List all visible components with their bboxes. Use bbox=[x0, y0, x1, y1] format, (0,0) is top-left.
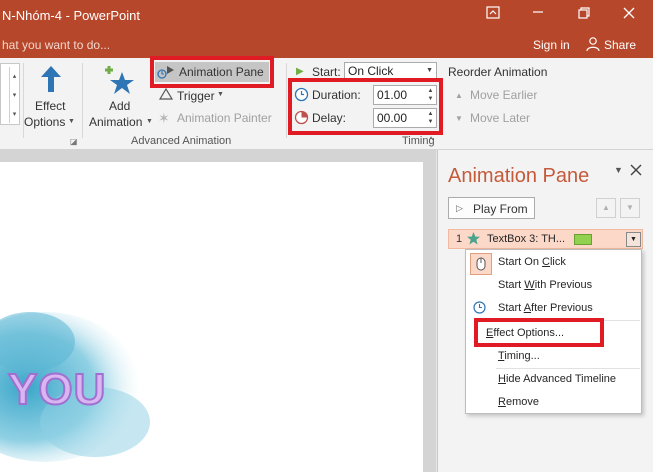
slide-canvas[interactable]: YOU bbox=[0, 162, 423, 472]
ribbon-display-icon[interactable] bbox=[486, 6, 500, 23]
slide-text[interactable]: YOU bbox=[7, 364, 106, 415]
add-animation-label-1: Add bbox=[109, 99, 131, 113]
tell-me-bar: hat you want to do... Sign in Share bbox=[0, 33, 653, 58]
item-dropdown-button[interactable]: ▼ bbox=[626, 232, 641, 247]
start-label: Start: bbox=[312, 65, 341, 79]
timeline-bar[interactable] bbox=[574, 234, 592, 245]
chevron-up-icon[interactable]: ^ bbox=[429, 135, 433, 145]
play-from-button[interactable]: ▷ Play From bbox=[448, 197, 535, 219]
entrance-star-icon bbox=[466, 231, 481, 249]
separator bbox=[82, 63, 83, 138]
menu-item-timing[interactable]: Timing... bbox=[498, 350, 540, 362]
add-animation-star-icon bbox=[103, 64, 135, 99]
highlight-animation-pane bbox=[150, 56, 274, 88]
trigger-button[interactable]: Trigger bbox=[177, 89, 215, 103]
item-label: TextBox 3: TH... bbox=[487, 233, 566, 245]
menu-separator bbox=[496, 368, 640, 369]
menu-item-start-on-click[interactable]: Start On Click bbox=[498, 256, 566, 268]
restore-icon[interactable] bbox=[577, 6, 591, 23]
chevron-down-icon: ▼ bbox=[426, 67, 433, 74]
trigger-icon bbox=[158, 87, 174, 104]
pane-title: Animation Pane bbox=[448, 165, 590, 187]
sign-in-link[interactable]: Sign in bbox=[533, 38, 570, 52]
minimize-icon[interactable] bbox=[531, 4, 545, 21]
add-animation-button[interactable]: Add Animation ▼ bbox=[88, 62, 153, 132]
menu-item-start-after-previous[interactable]: Start After Previous bbox=[498, 302, 593, 314]
effect-options-label-1: Effect bbox=[35, 99, 66, 113]
start-select-value: On Click bbox=[348, 64, 394, 78]
group-label-advanced: Advanced Animation bbox=[131, 135, 232, 147]
move-later-button[interactable]: Move Later bbox=[470, 111, 530, 125]
share-user-icon[interactable] bbox=[586, 36, 602, 55]
tell-me-input[interactable]: hat you want to do... bbox=[2, 38, 110, 52]
share-button[interactable]: Share bbox=[604, 38, 636, 52]
highlight-effect-options bbox=[474, 318, 604, 347]
window-title: N-Nhóm-4 - PowerPoint bbox=[2, 8, 140, 23]
animation-painter-icon: ✶ bbox=[158, 110, 170, 126]
reorder-label: Reorder Animation bbox=[448, 65, 548, 79]
menu-item-remove[interactable]: Remove bbox=[498, 396, 539, 408]
menu-item-hide-advanced-timeline[interactable]: Hide Advanced Timeline bbox=[498, 373, 616, 385]
play-icon: ▷ bbox=[456, 203, 463, 213]
chevron-down-icon: ▼ bbox=[217, 91, 224, 98]
chevron-down-icon: ▼ bbox=[146, 118, 153, 125]
ribbon: ▴ ▾ ▾ Effect Options ▼ ◪ Add Animation ▼ A… bbox=[0, 56, 653, 150]
separator bbox=[286, 63, 287, 138]
animation-gallery[interactable]: ▴ ▾ ▾ bbox=[0, 63, 20, 125]
start-play-icon: ▶ bbox=[296, 66, 304, 77]
move-earlier-button[interactable]: Move Earlier bbox=[470, 88, 537, 102]
move-down-button[interactable]: ▼ bbox=[620, 198, 640, 218]
highlight-timing bbox=[288, 78, 443, 135]
clock-icon bbox=[473, 301, 486, 317]
pane-options-icon[interactable]: ▼ bbox=[614, 165, 623, 175]
effect-options-arrow-icon bbox=[39, 65, 63, 96]
effect-options-label-2: Options bbox=[24, 115, 66, 129]
item-number: 1 bbox=[456, 233, 463, 245]
add-animation-label-2: Animation bbox=[89, 115, 143, 129]
title-bar: N-Nhóm-4 - PowerPoint bbox=[0, 0, 653, 33]
chevron-down-icon: ▼ bbox=[68, 118, 75, 125]
pane-close-icon[interactable] bbox=[630, 164, 642, 179]
play-from-label: Play From bbox=[473, 202, 528, 216]
menu-item-start-with-previous[interactable]: Start With Previous bbox=[498, 279, 592, 291]
effect-options-button[interactable]: Effect Options ▼ bbox=[24, 62, 75, 132]
move-up-button[interactable]: ▲ bbox=[596, 198, 616, 218]
mouse-click-icon bbox=[470, 253, 492, 275]
close-window-icon[interactable] bbox=[622, 6, 636, 23]
move-later-icon: ▼ bbox=[455, 114, 463, 123]
dialog-launcher-icon[interactable]: ◪ bbox=[70, 137, 78, 146]
move-earlier-icon: ▲ bbox=[455, 91, 463, 100]
animation-list-item[interactable]: 1 TextBox 3: TH... ▼ bbox=[448, 229, 643, 249]
animation-painter-button[interactable]: Animation Painter bbox=[177, 111, 272, 125]
